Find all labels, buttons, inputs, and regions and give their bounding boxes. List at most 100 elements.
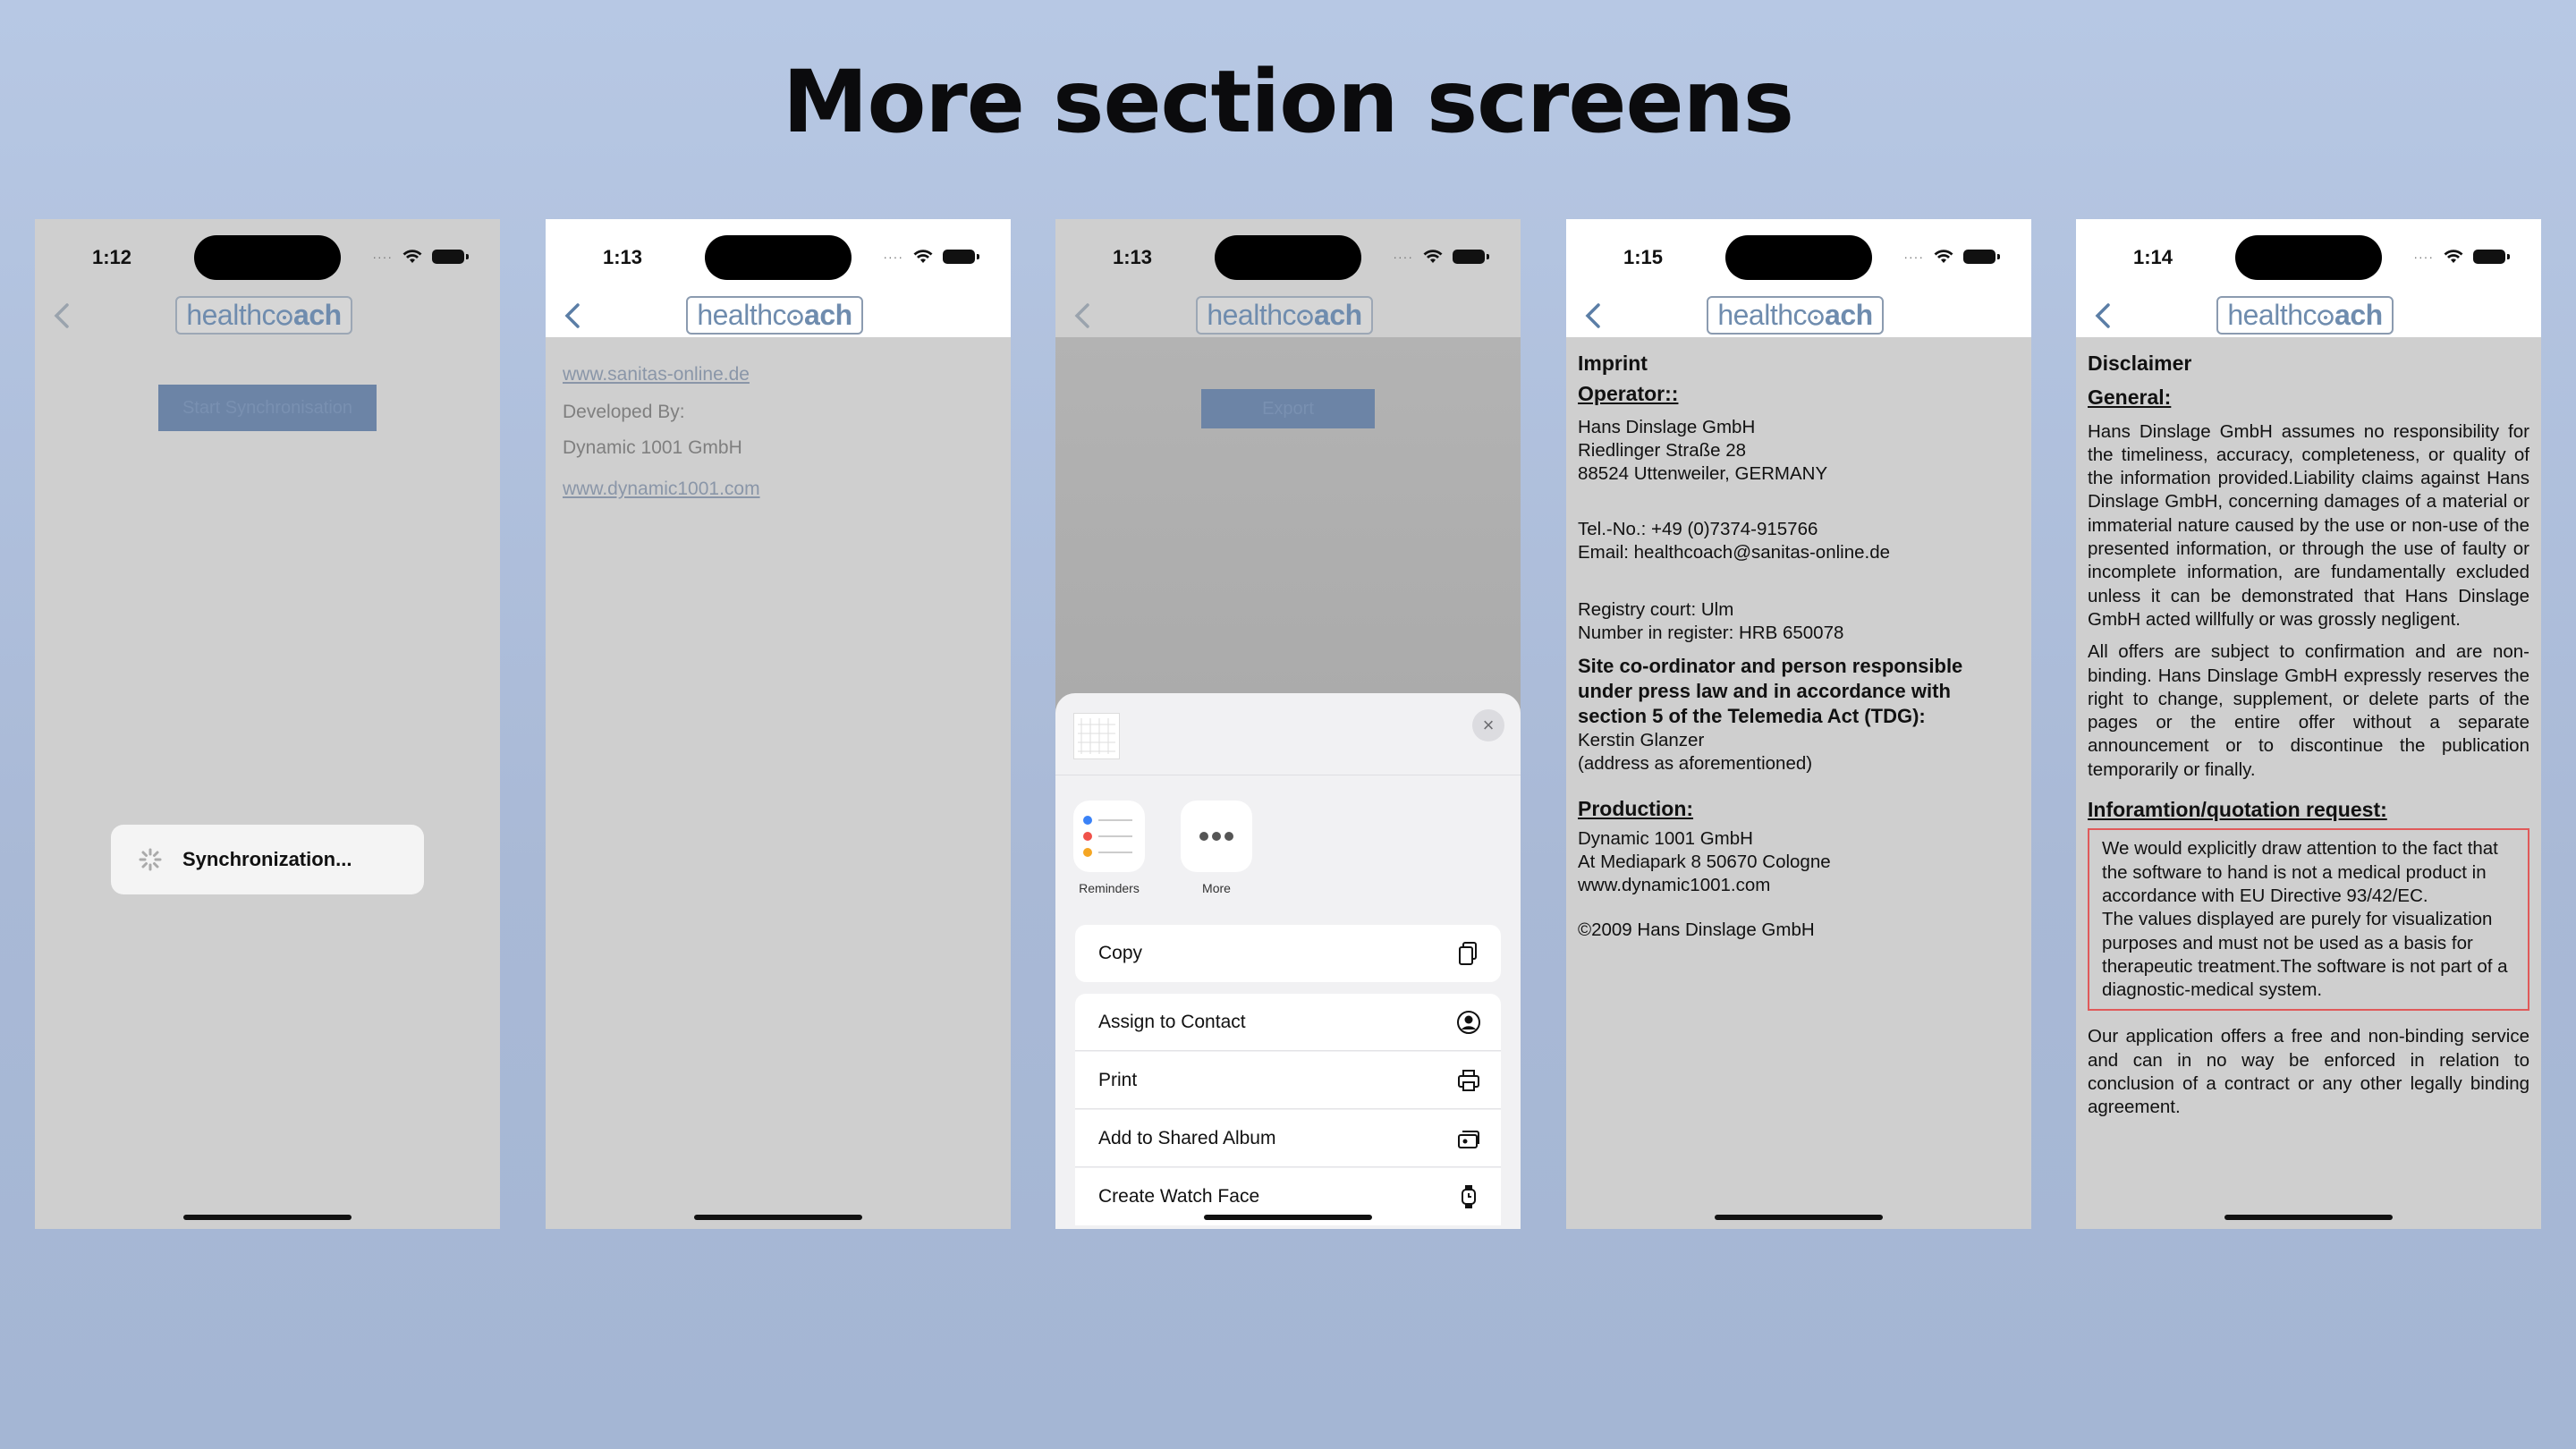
general-paragraph-1: Hans Dinslage GmbH assumes no responsibi… [2088,420,2529,630]
info-request-heading: Inforamtion/quotation request: [2088,798,2387,822]
production-line-3: www.dynamic1001.com [1578,875,1771,895]
dynamic-island [1725,235,1872,280]
watch-icon [1462,1185,1476,1208]
status-bar: 1:15 ···· [1566,219,2031,296]
contact-info: Tel.-No.: +49 (0)7374-915766 Email: heal… [1578,518,2020,564]
battery-icon [432,250,469,264]
reminders-app-button[interactable] [1073,801,1145,872]
dynamic-island [194,235,341,280]
back-chevron-icon[interactable] [46,298,81,334]
home-indicator [1204,1215,1372,1220]
register-number: Number in register: HRB 650078 [1578,623,1844,643]
status-icons: ···· [2413,248,2510,266]
logo-globe-icon [1808,309,1824,326]
share-sheet: × Reminders More Copy Assign to Contact … [1055,693,1521,1229]
thumbnail-grid-icon [1078,718,1115,754]
signal-icon: ···· [1393,250,1413,264]
production-line-1: Dynamic 1001 GmbH [1578,828,1753,849]
disclaimer-document: Disclaimer General: Hans Dinslage GmbH a… [2076,337,2541,1229]
sync-progress-hud: Synchronization... [111,825,424,894]
logo-globe-icon [2318,309,2334,326]
copy-action[interactable]: Copy [1075,925,1501,982]
back-chevron-icon[interactable] [2087,298,2123,334]
disclaimer-title: Disclaimer [2088,352,2192,375]
imprint-document: Imprint Operator:: Hans Dinslage GmbH Ri… [1566,337,2031,1229]
copy-icon [1459,942,1477,965]
production-heading: Production: [1578,797,1694,820]
healthcoach-logo: healthc ach [2216,296,2394,335]
operator-line-3: 88524 Uttenweiler, GERMANY [1578,463,1828,484]
printer-icon [1458,1069,1479,1091]
battery-icon [1453,250,1489,264]
assign-contact-action[interactable]: Assign to Contact [1075,994,1501,1051]
site-coordinator-heading: Site co-ordinator and person responsible… [1578,655,1963,727]
copy-label: Copy [1098,943,1143,963]
reminders-label: Reminders [1079,881,1140,895]
home-indicator [694,1215,862,1220]
page-title: More section screens [782,52,1794,152]
battery-icon [943,250,979,264]
back-chevron-icon[interactable] [1066,298,1102,334]
site-coordinator-block: Site co-ordinator and person responsible… [1578,654,2020,775]
general-heading: General: [2088,386,2172,410]
medical-notice-1: We would explicitly draw attention to th… [2102,838,2498,906]
operator-line-1: Hans Dinslage GmbH [1578,417,1756,437]
sync-status-text: Synchronization... [182,848,352,870]
wifi-icon [1423,250,1443,263]
healthcoach-logo: healthc ach [686,296,863,335]
registry-court: Registry court: Ulm [1578,599,1734,620]
healthcoach-logo: healthc ach [175,296,352,335]
production-info: Dynamic 1001 GmbH At Mediapark 8 50670 C… [1578,827,2020,897]
home-indicator [2224,1215,2393,1220]
more-label: More [1202,881,1231,895]
nav-bar: healthc ach [1566,296,2031,337]
developed-by-label: Developed By: [563,402,685,422]
dynamic1001-link[interactable]: www.dynamic1001.com [563,479,760,500]
home-indicator [1715,1215,1883,1220]
battery-icon [1963,250,2000,264]
shared-album-action[interactable]: Add to Shared Album [1075,1110,1501,1167]
imprint-title: Imprint [1578,352,1648,375]
developer-company: Dynamic 1001 GmbH [563,437,742,458]
document-thumbnail [1073,713,1120,759]
dynamic-island [2235,235,2382,280]
start-sync-button[interactable]: Start Synchronisation [158,385,377,431]
logo-globe-icon [787,309,803,326]
sanitas-link[interactable]: www.sanitas-online.de [563,364,750,386]
nav-bar: healthc ach [546,296,1011,337]
print-label: Print [1098,1069,1138,1090]
operator-line-2: Riedlinger Straße 28 [1578,440,1747,461]
phone-disclaimer-screen: 1:14 ···· healthc ach Disclaimer General:… [2076,219,2541,1229]
phone-sync-screen: 1:12 ···· healthc ach Start Synchronisati… [35,219,500,1229]
spinner-icon [139,848,162,871]
responsible-person: Kerstin Glanzer [1578,730,1705,750]
back-chevron-icon[interactable] [556,298,592,334]
nav-bar: healthc ach [35,296,500,337]
production-line-2: At Mediapark 8 50670 Cologne [1578,852,1831,872]
signal-icon: ···· [2413,250,2434,264]
export-button[interactable]: Export [1201,389,1375,428]
print-action[interactable]: Print [1075,1052,1501,1109]
status-icons: ···· [372,248,469,266]
signal-icon: ···· [372,250,393,264]
logo-globe-icon [276,309,292,326]
watch-face-label: Create Watch Face [1098,1186,1260,1207]
more-apps-button[interactable] [1181,801,1252,872]
dynamic-island [1215,235,1361,280]
back-chevron-icon[interactable] [1577,298,1613,334]
contact-icon [1457,1010,1480,1034]
healthcoach-logo: healthc ach [1707,296,1884,335]
signal-icon: ···· [1903,250,1924,264]
registry-info: Registry court: Ulm Number in register: … [1578,598,2020,645]
status-time: 1:14 [2132,246,2174,268]
status-bar: 1:14 ···· [2076,219,2541,296]
phone-about-screen: 1:13 ···· healthc ach www.sanitas-online.… [546,219,1011,1229]
copyright: ©2009 Hans Dinslage GmbH [1578,919,1815,940]
signal-icon: ···· [883,250,903,264]
close-share-button[interactable]: × [1472,709,1504,741]
operator-address: Hans Dinslage GmbH Riedlinger Straße 28 … [1578,416,2020,486]
ellipsis-icon [1199,832,1233,841]
wifi-icon [1934,250,1953,263]
status-bar: 1:12 ···· [35,219,500,296]
status-time: 1:15 [1623,246,1664,268]
